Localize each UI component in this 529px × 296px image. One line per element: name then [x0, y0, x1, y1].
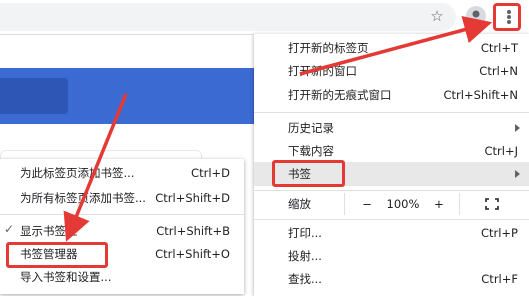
- highlight-box-bookmark-manager: [6, 242, 108, 268]
- person-icon[interactable]: [466, 6, 486, 26]
- zoom-label: 缩放: [288, 197, 311, 211]
- menu-item-find[interactable]: 查找... Ctrl+F: [288, 268, 524, 290]
- menu-item-shortcut: Ctrl+Shift+N: [443, 88, 518, 102]
- menu-item-label: 打开新的无痕式窗口: [288, 88, 392, 102]
- chevron-right-icon: [515, 170, 520, 178]
- menu-item-new-window[interactable]: 打开新的窗口 Ctrl+N: [288, 60, 524, 82]
- page-logo-block: [0, 78, 68, 114]
- checkmark-icon: ✓: [4, 222, 15, 236]
- menu-item-print[interactable]: 打印... Ctrl+P: [288, 222, 524, 244]
- menu-item-cast[interactable]: 投射...: [288, 245, 524, 267]
- menu-item-label: 打开新的窗口: [288, 64, 357, 78]
- menu-item-new-incognito-window[interactable]: 打开新的无痕式窗口 Ctrl+Shift+N: [288, 84, 524, 106]
- zoom-divider: [344, 193, 345, 215]
- menu-item-shortcut: Ctrl+Shift+B: [156, 224, 230, 238]
- menu-item-bookmark-this-tab[interactable]: 为此标签页添加书签... Ctrl+D: [20, 162, 240, 184]
- menu-item-bookmark-all-tabs[interactable]: 为所有标签页添加书签... Ctrl+Shift+D: [20, 187, 240, 209]
- menu-item-show-bookmarks-bar[interactable]: 显示书签栏 Ctrl+Shift+B: [20, 220, 240, 242]
- bookmarks-submenu: 为此标签页添加书签... Ctrl+D 为所有标签页添加书签... Ctrl+S…: [0, 159, 244, 294]
- menu-item-label: 打开新的标签页: [288, 41, 369, 55]
- menu-item-label: 下载内容: [288, 144, 334, 158]
- menu-item-label: 为此标签页添加书签...: [20, 166, 135, 180]
- zoom-divider: [459, 193, 460, 215]
- menu-item-label: 历史记录: [288, 121, 334, 135]
- zoom-level: 100%: [386, 197, 420, 211]
- zoom-in-button[interactable]: +: [426, 193, 452, 215]
- menu-item-import-bookmarks[interactable]: 导入书签和设置...: [20, 266, 240, 288]
- menu-item-shortcut: Ctrl+J: [484, 144, 519, 158]
- fullscreen-icon[interactable]: [485, 198, 499, 210]
- menu-separator: [254, 219, 529, 220]
- chevron-right-icon: [515, 124, 520, 132]
- browser-toolbar: ☆: [0, 0, 529, 35]
- menu-item-label: 显示书签栏: [20, 224, 78, 238]
- menu-item-label: 投射...: [288, 249, 322, 263]
- menu-item-history[interactable]: 历史记录: [288, 117, 524, 139]
- menu-item-shortcut: Ctrl+T: [480, 41, 518, 55]
- menu-item-label: 为所有标签页添加书签...: [20, 191, 146, 205]
- menu-item-shortcut: Ctrl+Shift+D: [155, 191, 230, 205]
- menu-item-shortcut: Ctrl+D: [191, 166, 230, 180]
- menu-item-shortcut: Ctrl+Shift+O: [155, 247, 230, 261]
- menu-item-shortcut: Ctrl+P: [480, 226, 518, 240]
- star-outline-icon[interactable]: ☆: [428, 7, 446, 25]
- highlight-box-bookmarks: [272, 160, 345, 187]
- menu-separator: [254, 190, 529, 191]
- menu-item-label: 导入书签和设置...: [20, 270, 112, 284]
- highlight-box-menu-button: [493, 3, 521, 31]
- menu-separator: [254, 112, 529, 113]
- address-bar[interactable]: [0, 3, 456, 31]
- menu-item-shortcut: Ctrl+N: [479, 64, 518, 78]
- menu-item-label: 查找...: [288, 272, 322, 286]
- zoom-out-button[interactable]: −: [354, 193, 380, 215]
- menu-item-shortcut: Ctrl+F: [481, 272, 518, 286]
- menu-item-new-tab[interactable]: 打开新的标签页 Ctrl+T: [288, 37, 524, 59]
- menu-item-downloads[interactable]: 下载内容 Ctrl+J: [288, 140, 524, 162]
- menu-item-label: 打印...: [288, 226, 322, 240]
- menu-separator: [0, 214, 244, 215]
